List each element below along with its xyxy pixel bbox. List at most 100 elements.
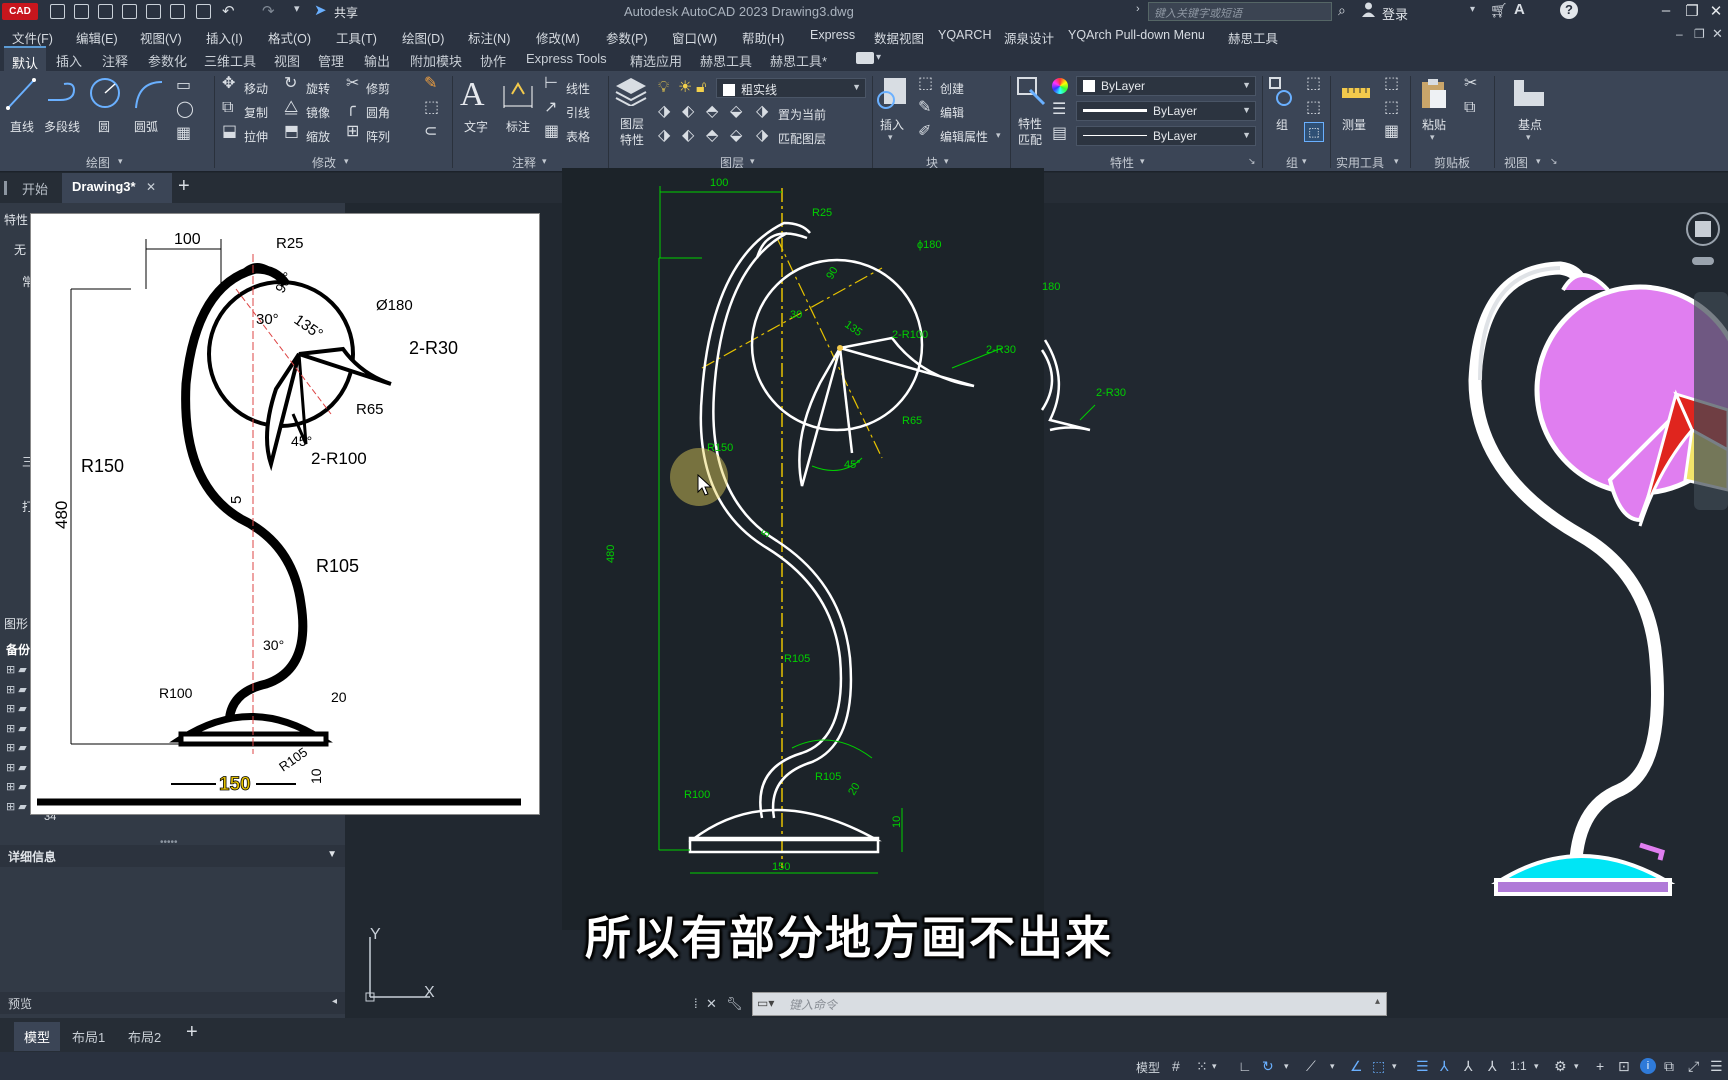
menu-express[interactable]: Express — [810, 28, 855, 42]
autodesk-a360-icon[interactable]: A — [1514, 1, 1525, 18]
quick-properties-icon[interactable]: i — [1640, 1058, 1656, 1074]
menu-modify[interactable]: 修改(M) — [536, 28, 580, 47]
tab-express-tools[interactable]: Express Tools — [526, 51, 607, 66]
copy-icon[interactable]: ⧉ — [222, 100, 233, 116]
utilities-panel-label[interactable]: 实用工具 — [1336, 154, 1384, 171]
cmdline-prompt-icon[interactable]: ▭▾ — [757, 996, 774, 1010]
draw-panel-label[interactable]: 绘图 — [86, 154, 110, 171]
menu-format[interactable]: 格式(O) — [268, 28, 311, 47]
group-button[interactable]: 组 — [1276, 116, 1288, 133]
cart-icon[interactable]: 🛒︎ — [1490, 2, 1508, 19]
save-web-icon[interactable] — [170, 4, 185, 19]
annotation-scale-icon[interactable]: ⅄ — [1488, 1058, 1497, 1075]
colored-lamp-render[interactable] — [1430, 230, 1728, 920]
erase-icon[interactable]: ✎ — [424, 76, 437, 92]
menu-yqarch[interactable]: YQARCH — [938, 28, 991, 42]
command-line[interactable]: ▭▾ 键入命令 ▴ — [752, 992, 1387, 1016]
utilities-panel-expand-icon[interactable]: ▾ — [1394, 156, 1399, 167]
start-tab[interactable]: 开始 — [22, 179, 48, 198]
match-layer-icon[interactable]: ⬗ — [756, 128, 768, 144]
edit-block-button[interactable]: 编辑 — [940, 104, 964, 121]
layer-change-icon[interactable]: ⬘ — [706, 128, 718, 144]
cmdline-grip-icon[interactable]: ⁞ — [694, 996, 698, 1011]
tab-insert[interactable]: 插入 — [56, 51, 82, 70]
save-icon[interactable] — [98, 4, 113, 19]
tab-default[interactable]: 默认 — [4, 46, 47, 72]
group-icon[interactable] — [1268, 76, 1294, 108]
tab-featured-apps[interactable]: 精选应用 — [630, 51, 682, 70]
isolate-objects-icon[interactable]: ⧉ — [1664, 1058, 1674, 1075]
cad-drawing-panel[interactable]: 100 R25 ϕ180 90 30 135 2-R30 2-R100 R65 … — [562, 168, 1044, 930]
share-button[interactable]: 共享 — [334, 4, 358, 21]
lineweight-toggle-icon[interactable]: ☰ — [1416, 1058, 1429, 1075]
match-properties-button[interactable]: 特性匹配 — [1018, 116, 1042, 148]
wcs-menu-icon[interactable] — [1692, 257, 1714, 265]
command-input[interactable]: 键入命令 — [789, 996, 837, 1013]
search-icon[interactable]: ⌕ — [1338, 2, 1346, 19]
layer-copy-icon[interactable]: ⬙ — [730, 128, 742, 144]
explode-icon[interactable]: ⬚ — [424, 100, 439, 116]
group-edit-icon[interactable]: ⬚ — [1306, 100, 1321, 116]
ribbon-toggle-dropdown-icon[interactable]: ▾ — [876, 52, 881, 63]
menu-yuanquan[interactable]: 源泉设计 — [1004, 28, 1054, 47]
doc-minimize-icon[interactable]: – — [1676, 27, 1683, 41]
print-icon[interactable] — [196, 4, 211, 19]
match-properties-icon[interactable] — [1016, 76, 1046, 106]
object-snap-icon[interactable]: ⬚ — [1372, 1058, 1385, 1075]
tab-annotate[interactable]: 注释 — [102, 51, 128, 70]
login-button[interactable]: 登录 — [1382, 4, 1408, 23]
menu-draw[interactable]: 绘图(D) — [402, 28, 444, 47]
redo-icon[interactable]: ↷ — [262, 2, 275, 20]
save-as-icon[interactable] — [122, 4, 137, 19]
menu-window[interactable]: 窗口(W) — [672, 28, 717, 47]
linetype-icon[interactable]: ▤ — [1052, 126, 1067, 142]
layer-walk-icon[interactable]: ⬗ — [658, 128, 670, 144]
user-icon[interactable] — [1362, 2, 1375, 17]
ribbon-toggle-icon[interactable] — [856, 52, 874, 64]
autocad-logo[interactable]: CAD — [2, 3, 38, 20]
tab-output[interactable]: 输出 — [364, 51, 390, 70]
menu-hesi-tools[interactable]: 赫思工具 — [1228, 28, 1278, 47]
workspace-gear-icon[interactable]: ⚙ — [1554, 1058, 1567, 1075]
set-current-icon[interactable]: ⬗ — [756, 104, 768, 120]
login-dropdown-icon[interactable]: ▾ — [1470, 4, 1475, 15]
cad-lamp-drawing[interactable]: 100 R25 ϕ180 90 30 135 2-R30 2-R100 R65 … — [562, 168, 1044, 930]
menu-data-view[interactable]: 数据视图 — [874, 28, 924, 47]
polar-icon[interactable]: ↻ — [1262, 1058, 1274, 1075]
insert-button[interactable]: 插入 — [880, 116, 904, 133]
line-button[interactable]: 直线 — [10, 118, 34, 135]
rectangle-icon[interactable]: ▭ — [176, 78, 191, 94]
mirror-icon[interactable]: ⧋ — [284, 100, 298, 116]
drawing3-tab[interactable]: Drawing3* — [72, 179, 136, 194]
fullscreen-icon[interactable]: ⤢ — [1688, 1058, 1699, 1075]
stretch-button[interactable]: 拉伸 — [244, 128, 268, 145]
doc-close-icon[interactable]: ✕ — [1712, 26, 1723, 42]
hatch-icon[interactable]: ▦ — [176, 126, 191, 142]
new-file-icon[interactable] — [50, 4, 65, 19]
details-dropdown-icon[interactable]: ▼ — [327, 849, 337, 860]
copy-clip-icon[interactable]: ⧉ — [1464, 100, 1475, 116]
menu-help[interactable]: 帮助(H) — [742, 28, 784, 47]
menu-yqarch-pulldown[interactable]: YQArch Pull-down Menu — [1068, 28, 1205, 42]
units-icon[interactable]: ⊡ — [1618, 1058, 1630, 1075]
layer-lock-icon[interactable]: ⬙ — [730, 104, 742, 120]
view-panel-label[interactable]: 视图 — [1504, 154, 1528, 171]
layer-on-icon[interactable]: 💡︎ — [658, 80, 669, 96]
lineweight-dropdown[interactable]: ByLayer ▼ — [1076, 101, 1256, 121]
modify-panel-expand-icon[interactable]: ▾ — [344, 156, 349, 167]
leader-button[interactable]: 引线 — [566, 104, 590, 121]
scale-dropdown-icon[interactable]: ▾ — [1534, 1061, 1539, 1072]
doc-restore-icon[interactable]: ❐ — [1694, 27, 1705, 41]
base-view-dropdown-icon[interactable]: ▾ — [1526, 132, 1531, 143]
move-button[interactable]: 移动 — [244, 80, 268, 97]
insert-block-icon[interactable] — [876, 76, 910, 110]
annotation-visibility-icon[interactable]: ⅄ — [1440, 1058, 1449, 1075]
menu-file[interactable]: 文件(F) — [12, 28, 53, 47]
text-button[interactable]: 文字 — [464, 118, 488, 135]
arc-icon[interactable] — [132, 78, 164, 110]
isodraft-dropdown-icon[interactable]: ▾ — [1330, 1061, 1335, 1072]
tab-addins[interactable]: 附加模块 — [410, 51, 462, 70]
tab-view[interactable]: 视图 — [274, 51, 300, 70]
layer-off-icon[interactable]: ⬖ — [682, 104, 694, 120]
tab-hesi-tools[interactable]: 赫思工具 — [700, 51, 752, 70]
